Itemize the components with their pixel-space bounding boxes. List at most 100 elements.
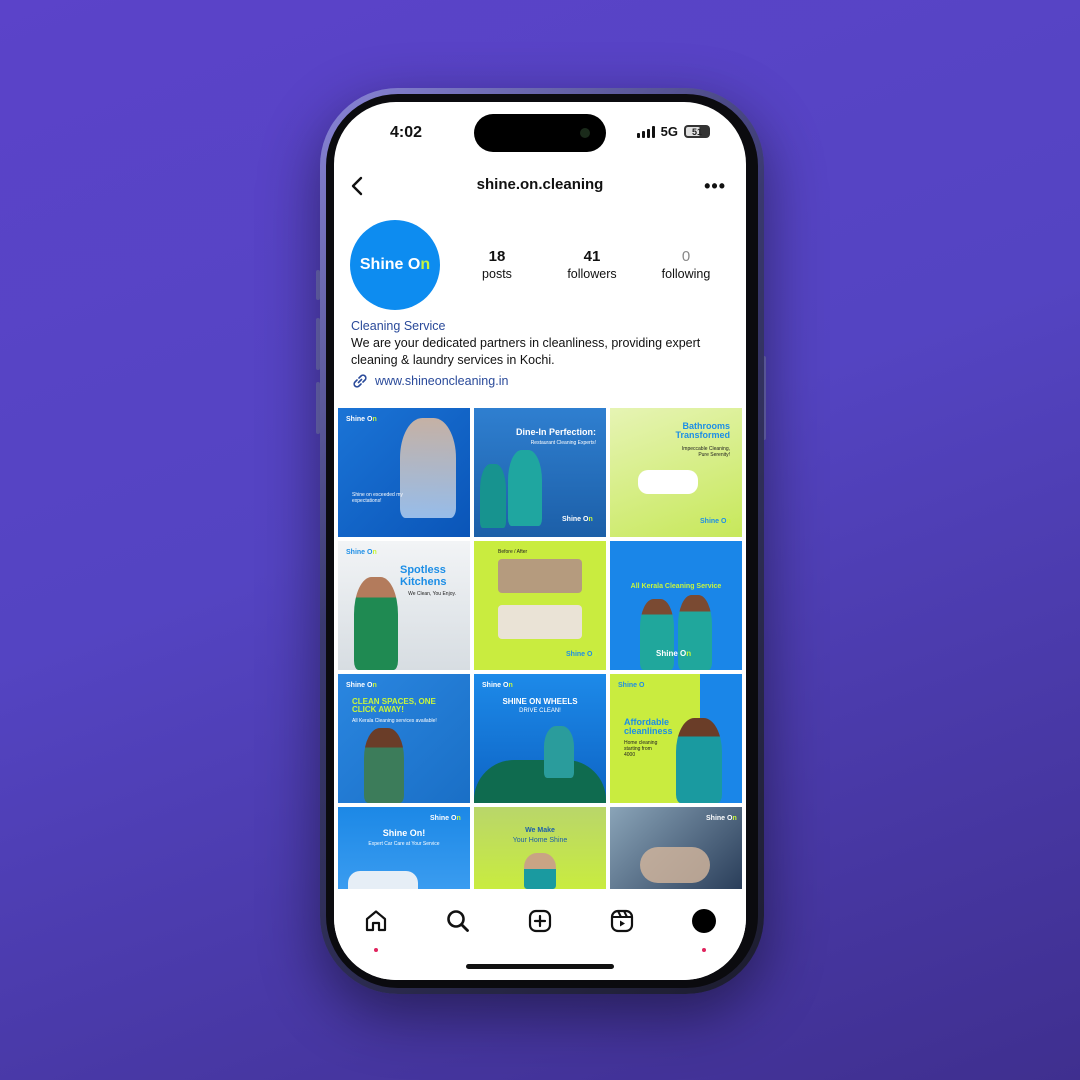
post-brand-logo: Shine On bbox=[430, 815, 461, 822]
more-options-icon[interactable]: ••• bbox=[704, 176, 726, 197]
post-person-image bbox=[544, 726, 574, 778]
add-post-icon bbox=[528, 909, 552, 933]
nav-profile[interactable] bbox=[689, 906, 719, 952]
post-tile[interactable]: Shine On Shine on exceeded my expectatio… bbox=[338, 408, 470, 537]
post-brand-logo: Shine On bbox=[566, 651, 597, 658]
stat-followers-value: 41 bbox=[583, 248, 601, 265]
post-caption: All Kerala Cleaning services available! bbox=[352, 718, 437, 724]
post-headline: Dine-In Perfection: bbox=[515, 427, 596, 437]
post-brand-logo: Shine On bbox=[700, 518, 731, 525]
post-brand-logo: Shine On bbox=[482, 682, 513, 689]
nav-create[interactable] bbox=[525, 906, 555, 936]
post-tile[interactable]: Shine On Spotless Kitchens We Clean, You… bbox=[338, 541, 470, 670]
battery-icon: 51 bbox=[684, 125, 710, 138]
stat-following-value: 0 bbox=[681, 248, 691, 265]
profile-username: shine.on.cleaning bbox=[476, 176, 604, 193]
phone-screen: 4:02 5G 51 shine.on.cleaning ••• Shine O… bbox=[334, 102, 746, 980]
post-person-image bbox=[508, 450, 542, 526]
notification-dot bbox=[702, 948, 706, 952]
profile-avatar-icon bbox=[692, 909, 716, 933]
post-caption: Impeccable Cleaning, Pure Serenity! bbox=[681, 446, 730, 458]
reels-icon bbox=[610, 909, 634, 933]
post-tile[interactable]: All Kerala Cleaning Service Shine On bbox=[610, 541, 742, 670]
post-tile[interactable]: Shine On bbox=[610, 807, 742, 889]
network-label: 5G bbox=[660, 124, 678, 139]
post-person-image bbox=[364, 728, 404, 803]
post-person-image bbox=[678, 595, 712, 670]
post-after-image bbox=[498, 605, 582, 639]
post-caption: Restaurant Cleaning Experts! bbox=[530, 440, 596, 446]
search-icon bbox=[447, 910, 469, 932]
post-brand-logo: Shine On bbox=[656, 649, 692, 658]
post-brand-logo: Shine On bbox=[346, 416, 377, 423]
stat-following-label: following bbox=[661, 267, 711, 281]
post-person-image bbox=[524, 853, 556, 889]
post-headline: Shine On! bbox=[382, 828, 426, 838]
post-tile[interactable]: Shine On CLEAN SPACES, ONE CLICK AWAY! A… bbox=[338, 674, 470, 803]
nav-search[interactable] bbox=[443, 906, 473, 936]
post-brand-logo: Shine On bbox=[562, 516, 593, 523]
status-time: 4:02 bbox=[390, 124, 423, 141]
notification-dot bbox=[374, 948, 378, 952]
home-indicator[interactable] bbox=[466, 964, 614, 969]
profile-link[interactable]: www.shineoncleaning.in bbox=[351, 372, 508, 390]
post-caption: Expert Car Care at Your Service bbox=[368, 841, 440, 847]
profile-bio: Cleaning Service We are your dedicated p… bbox=[351, 318, 735, 369]
post-tile[interactable]: Shine On SHINE ON WHEELS DRIVE CLEAN! bbox=[474, 674, 606, 803]
post-tile[interactable]: Dine-In Perfection: Restaurant Cleaning … bbox=[474, 408, 606, 537]
post-headline: We Make bbox=[525, 827, 555, 834]
avatar-logo-accent: n bbox=[420, 256, 431, 273]
post-person-image bbox=[354, 577, 398, 670]
posts-grid: Shine On Shine on exceeded my expectatio… bbox=[338, 408, 746, 889]
nav-home[interactable] bbox=[361, 906, 391, 952]
post-person-image bbox=[676, 718, 722, 803]
stat-posts-label: posts bbox=[482, 267, 512, 281]
post-headline: Bathrooms Transformed bbox=[675, 421, 730, 441]
post-before-image bbox=[498, 559, 582, 593]
avatar-logo-text: Shine O bbox=[359, 256, 421, 273]
post-brand-logo: Shine On bbox=[706, 815, 737, 822]
post-caption: We Clean, You Enjoy. bbox=[408, 591, 456, 597]
profile-bio-text: We are your dedicated partners in cleanl… bbox=[351, 336, 701, 367]
status-indicators: 5G 51 bbox=[636, 124, 710, 139]
post-caption: Shine on exceeded my expectations! bbox=[352, 492, 403, 504]
post-headline: CLEAN SPACES, ONE CLICK AWAY! bbox=[352, 697, 436, 715]
post-tile[interactable]: Shine On Shine On! Expert Car Care at Yo… bbox=[338, 807, 470, 889]
profile-header: shine.on.cleaning ••• bbox=[334, 166, 746, 206]
post-person-image bbox=[480, 464, 506, 528]
nav-reels[interactable] bbox=[607, 906, 637, 936]
stat-posts-value: 18 bbox=[488, 248, 506, 265]
stat-followers[interactable]: 41 followers bbox=[547, 248, 637, 281]
post-bathtub-image bbox=[638, 470, 698, 494]
post-headline: SHINE ON WHEELS bbox=[502, 697, 578, 706]
post-person-image bbox=[640, 599, 674, 670]
stat-followers-label: followers bbox=[567, 267, 617, 281]
post-brand-logo: Shine On bbox=[618, 682, 649, 689]
signal-icon bbox=[636, 125, 655, 138]
camera-icon bbox=[580, 128, 590, 138]
post-caption: DRIVE CLEAN! bbox=[519, 708, 561, 714]
post-tile[interactable]: We Make Your Home Shine bbox=[474, 807, 606, 889]
link-icon bbox=[353, 374, 367, 388]
post-brand-logo: Shine On bbox=[346, 549, 377, 556]
post-tile[interactable]: Bathrooms Transformed Impeccable Cleanin… bbox=[610, 408, 742, 537]
post-caption: Before / After bbox=[498, 549, 528, 555]
stat-following[interactable]: 0 following bbox=[641, 248, 731, 281]
post-car-image bbox=[348, 871, 418, 889]
post-caption: Your Home Shine bbox=[512, 837, 568, 844]
stat-posts[interactable]: 18 posts bbox=[452, 248, 542, 281]
dynamic-island bbox=[474, 114, 606, 152]
post-car-image bbox=[474, 760, 606, 803]
avatar[interactable]: Shine On bbox=[350, 220, 440, 310]
profile-category: Cleaning Service bbox=[351, 319, 446, 333]
post-headline: All Kerala Cleaning Service bbox=[630, 583, 722, 590]
post-tile[interactable]: Before / After Shine On bbox=[474, 541, 606, 670]
post-tile[interactable]: Shine On Affordable cleanliness Home cle… bbox=[610, 674, 742, 803]
post-hands-image bbox=[640, 847, 710, 883]
post-brand-logo: Shine On bbox=[346, 682, 377, 689]
home-icon bbox=[365, 910, 387, 932]
battery-level: 51 bbox=[691, 126, 702, 137]
profile-link-text: www.shineoncleaning.in bbox=[375, 374, 509, 388]
post-headline: Spotless Kitchens bbox=[400, 564, 447, 588]
post-caption: Home cleaning starting from 4000 bbox=[624, 740, 658, 758]
